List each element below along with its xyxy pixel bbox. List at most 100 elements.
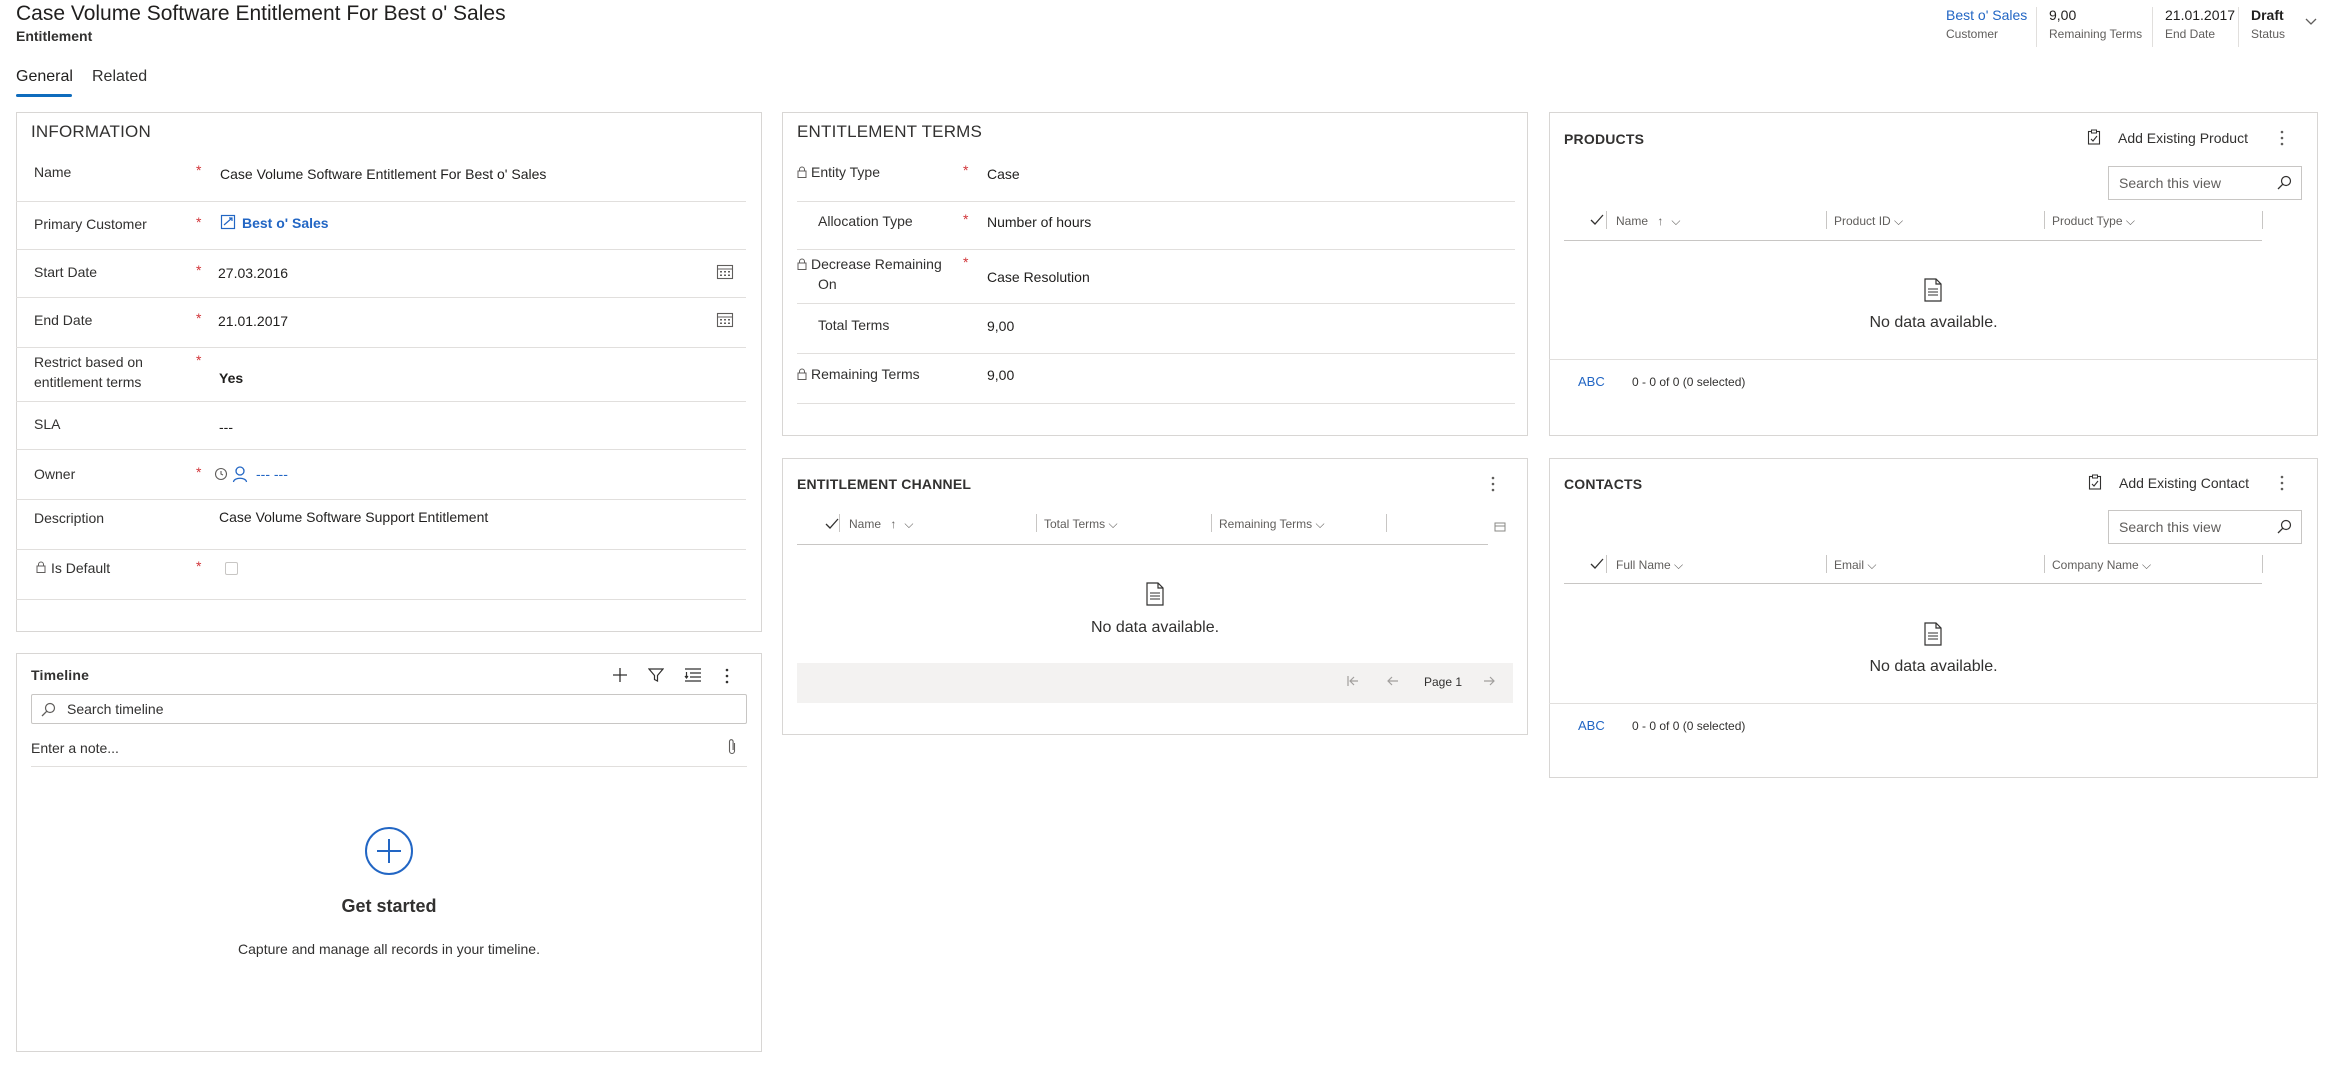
column-header-email[interactable]: Email ⌵ (1834, 558, 1876, 573)
entity-type-label-text: Entity Type (811, 164, 881, 180)
chevron-down-icon: ⌵ (1315, 517, 1325, 531)
column-options-icon[interactable] (1494, 522, 1506, 532)
add-icon[interactable] (612, 667, 628, 683)
more-options-icon[interactable] (2280, 475, 2284, 491)
more-options-icon[interactable] (1491, 476, 1495, 492)
add-existing-product-button[interactable]: Add Existing Product (2118, 130, 2248, 146)
owner-link[interactable]: --- --- (256, 466, 288, 482)
channel-no-data: No data available. (1090, 619, 1220, 636)
column-header-remaining-terms-label: Remaining Terms (1219, 517, 1313, 531)
timeline-search-input[interactable]: Search timeline (31, 694, 747, 724)
timeline-note-input[interactable]: Enter a note... (31, 740, 119, 756)
field-row-end-date: End Date * 21.01.2017 (16, 298, 746, 348)
select-all-checkmark-icon[interactable] (825, 518, 839, 530)
contacts-footer-divider (1549, 703, 2318, 704)
column-header-company-name[interactable]: Company Name ⌵ (2052, 558, 2151, 573)
header-field-remaining-terms: 9,00 Remaining Terms (2036, 7, 2154, 47)
tab-general[interactable]: General (16, 68, 73, 86)
column-header-full-name-label: Full Name (1616, 558, 1671, 572)
calendar-icon[interactable] (716, 311, 734, 329)
total-terms-label: Total Terms (818, 317, 890, 333)
calendar-icon[interactable] (716, 263, 734, 281)
column-header-name[interactable]: Name ↑ ⌵ (849, 517, 913, 532)
column-separator (1036, 514, 1037, 532)
column-header-product-type[interactable]: Product Type ⌵ (2052, 214, 2135, 229)
name-label: Name (34, 164, 72, 180)
column-separator (2044, 211, 2045, 229)
description-field[interactable]: Case Volume Software Support Entitlement (219, 509, 488, 525)
add-existing-record-icon (2088, 474, 2102, 490)
chevron-down-icon: ⌵ (1867, 558, 1877, 572)
timeline-title: Timeline (31, 667, 90, 683)
column-separator (2262, 211, 2263, 229)
tab-related[interactable]: Related (92, 68, 147, 86)
field-row-total-terms: Total Terms 9,00 (797, 304, 1515, 354)
header-field-customer: Best o' Sales Customer (1934, 7, 2039, 47)
field-row-entity-type: Entity Type * Case (797, 156, 1515, 202)
required-icon: * (196, 262, 202, 278)
contacts-record-count: 0 - 0 of 0 (0 selected) (1632, 719, 1746, 733)
column-header-remaining-terms[interactable]: Remaining Terms ⌵ (1219, 517, 1325, 532)
alphabet-filter-link[interactable]: ABC (1578, 718, 1605, 733)
restrict-field[interactable]: Yes (219, 370, 243, 386)
lock-icon (797, 368, 807, 380)
column-header-full-name[interactable]: Full Name ⌵ (1616, 558, 1683, 573)
allocation-type-field[interactable]: Number of hours (987, 214, 1091, 230)
next-page-icon[interactable] (1482, 674, 1496, 688)
remaining-terms-field: 9,00 (987, 367, 1015, 383)
sla-field[interactable]: --- (219, 419, 233, 435)
column-separator (2262, 555, 2263, 573)
attachment-icon[interactable] (727, 738, 737, 756)
column-header-name[interactable]: Name ↑ ⌵ (1616, 214, 1680, 229)
column-header-product-id[interactable]: Product ID ⌵ (1834, 214, 1903, 229)
name-field[interactable]: Case Volume Software Entitlement For Bes… (220, 166, 546, 182)
column-header-product-type-label: Product Type (2052, 214, 2123, 228)
first-page-icon[interactable] (1346, 674, 1360, 688)
previous-page-icon[interactable] (1386, 674, 1400, 688)
column-header-total-terms[interactable]: Total Terms ⌵ (1044, 517, 1118, 532)
filter-icon[interactable] (648, 667, 664, 683)
products-search-placeholder: Search this view (2119, 175, 2221, 191)
clock-icon (214, 467, 228, 481)
end-date-field[interactable]: 21.01.2017 (218, 313, 288, 329)
products-search-input[interactable]: Search this view (2108, 166, 2302, 200)
end-date-label: End Date (34, 312, 93, 328)
add-circle-icon[interactable] (364, 826, 414, 876)
entity-type-field[interactable]: Case (987, 166, 1020, 182)
column-separator (1826, 555, 1827, 573)
select-all-checkmark-icon[interactable] (1590, 558, 1604, 570)
sla-label: SLA (34, 416, 61, 432)
restrict-label-line1: Restrict based on (34, 354, 143, 370)
grid-header-line (797, 544, 1488, 545)
is-default-label: Is Default (51, 560, 111, 576)
primary-customer-label: Primary Customer (34, 216, 147, 232)
list-options-icon[interactable] (684, 667, 702, 683)
alphabet-filter-link[interactable]: ABC (1578, 374, 1605, 389)
timeline-empty-title: Get started (341, 896, 437, 916)
contacts-search-input[interactable]: Search this view (2108, 510, 2302, 544)
is-default-checkbox[interactable] (225, 562, 238, 575)
decrease-remaining-field[interactable]: Case Resolution (987, 269, 1090, 285)
field-row-allocation-type: Allocation Type * Number of hours (797, 202, 1515, 250)
header-remaining-terms-label: Remaining Terms (2049, 27, 2143, 41)
primary-customer-link[interactable]: Best o' Sales (242, 215, 329, 231)
header-end-date-label: End Date (2165, 27, 2216, 41)
search-icon[interactable] (2277, 175, 2292, 190)
header-customer-link[interactable]: Best o' Sales (1946, 7, 2027, 23)
more-options-icon[interactable] (2280, 130, 2284, 146)
add-existing-contact-button[interactable]: Add Existing Contact (2119, 475, 2249, 491)
products-title: PRODUCTS (1564, 131, 1645, 147)
header-expand-chevron-icon[interactable] (2304, 14, 2318, 28)
decrease-remaining-label: Decrease Remaining On (797, 254, 967, 294)
timeline-empty-text: Capture and manage all records in your t… (238, 941, 540, 957)
start-date-field[interactable]: 27.03.2016 (218, 265, 288, 281)
column-header-name-label: Name (849, 517, 882, 531)
description-label: Description (34, 510, 105, 526)
search-icon[interactable] (2277, 519, 2292, 534)
required-icon: * (196, 162, 202, 178)
document-icon (1924, 278, 1942, 302)
required-icon: * (963, 254, 969, 270)
more-options-icon[interactable] (725, 668, 729, 684)
select-all-checkmark-icon[interactable] (1590, 214, 1604, 226)
required-icon: * (196, 352, 202, 368)
